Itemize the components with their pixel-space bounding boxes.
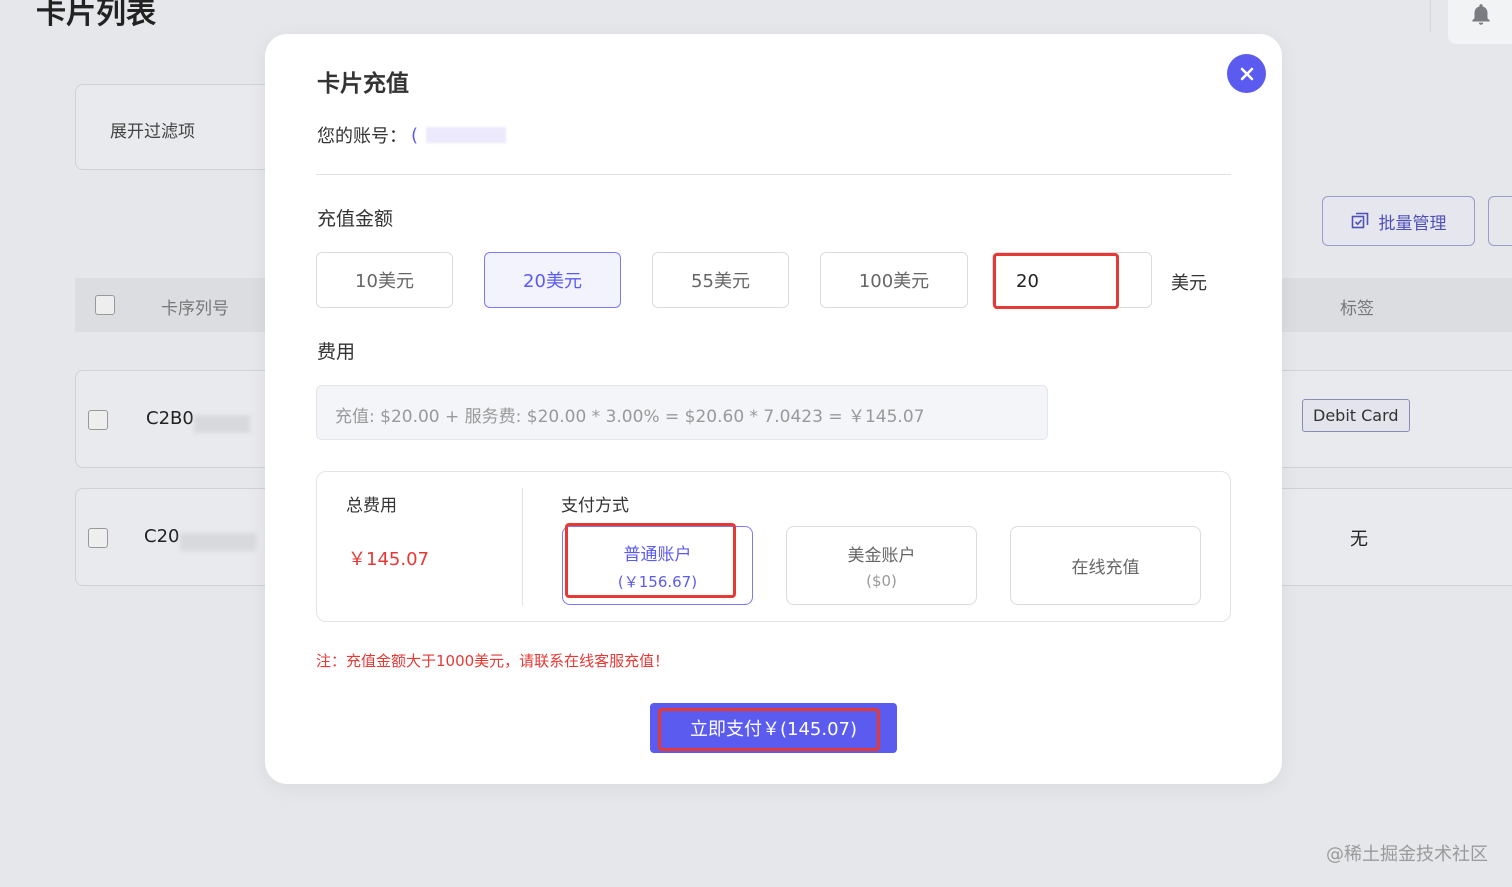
row-serial: C20 [144, 526, 180, 547]
close-button[interactable] [1227, 54, 1266, 93]
redacted-account [426, 127, 507, 143]
recharge-modal: 卡片充值 您的账号： ( 充值金额 10美元 20美元 55美元 100美元 美… [265, 34, 1282, 784]
amount-unit: 美元 [1171, 273, 1207, 294]
custom-amount-input[interactable] [993, 253, 1119, 309]
more-action-button[interactable] [1488, 196, 1512, 246]
fee-label: 费用 [317, 341, 356, 363]
account-label: 您的账号： [317, 126, 407, 147]
pay-option-name: 在线充值 [1071, 558, 1140, 578]
pay-option-regular[interactable]: 普通账户 (￥156.67) [562, 526, 753, 605]
column-tag: 标签 [1340, 299, 1374, 319]
pay-option-online[interactable]: 在线充值 [1010, 526, 1201, 605]
header-divider [1430, 0, 1431, 32]
bell-icon[interactable] [1468, 2, 1494, 28]
batch-manage-icon [1351, 212, 1368, 229]
pay-option-balance: (￥156.67) [617, 572, 698, 591]
filter-label: 展开过滤项 [110, 122, 195, 142]
redacted-text [180, 533, 256, 551]
pay-option-usd[interactable]: 美金账户 ($0) [786, 526, 977, 605]
column-serial: 卡序列号 [161, 299, 229, 319]
account-value: ( [411, 124, 419, 146]
amount-option-20[interactable]: 20美元 [484, 252, 621, 308]
pay-now-label: 立即支付￥(145.07) [689, 719, 858, 740]
row-checkbox[interactable] [88, 410, 108, 430]
pay-now-button[interactable]: 立即支付￥(145.07) [650, 703, 897, 753]
panel-divider [522, 488, 523, 606]
total-label: 总费用 [346, 496, 397, 516]
custom-amount-wrapper [992, 252, 1152, 309]
watermark: @稀土掘金技术社区 [1326, 844, 1488, 865]
account-row: 您的账号： ( [317, 122, 507, 148]
pay-option-name: 普通账户 [623, 544, 692, 565]
redacted-text [194, 415, 250, 433]
row-serial: C2B0 [146, 408, 194, 429]
select-all-checkbox[interactable] [95, 295, 115, 315]
amount-option-55[interactable]: 55美元 [652, 252, 789, 308]
row-checkbox[interactable] [88, 528, 108, 548]
page-title: 卡片列表 [36, 0, 156, 31]
row-tag-text: 无 [1350, 529, 1368, 550]
pay-option-balance: ($0) [866, 572, 897, 590]
batch-manage-label: 批量管理 [1378, 213, 1447, 234]
payment-panel: 总费用 ￥145.07 支付方式 普通账户 (￥156.67) 美金账户 ($0… [316, 471, 1231, 622]
total-value: ￥145.07 [348, 549, 429, 570]
close-icon [1240, 67, 1253, 80]
amount-option-100[interactable]: 100美元 [820, 252, 968, 308]
modal-title: 卡片充值 [317, 71, 409, 97]
amount-option-10[interactable]: 10美元 [316, 252, 453, 308]
batch-manage-button[interactable]: 批量管理 [1322, 196, 1475, 246]
fee-formula: 充值: $20.00 + 服务费: $20.00 * 3.00% = $20.6… [316, 385, 1048, 440]
pay-option-name: 美金账户 [847, 546, 916, 566]
amount-label: 充值金额 [317, 208, 394, 230]
divider [316, 174, 1231, 175]
pay-method-label: 支付方式 [561, 496, 629, 516]
recharge-note: 注：充值金额大于1000美元，请联系在线客服充值！ [316, 652, 670, 670]
row-tag-badge: Debit Card [1302, 399, 1410, 432]
